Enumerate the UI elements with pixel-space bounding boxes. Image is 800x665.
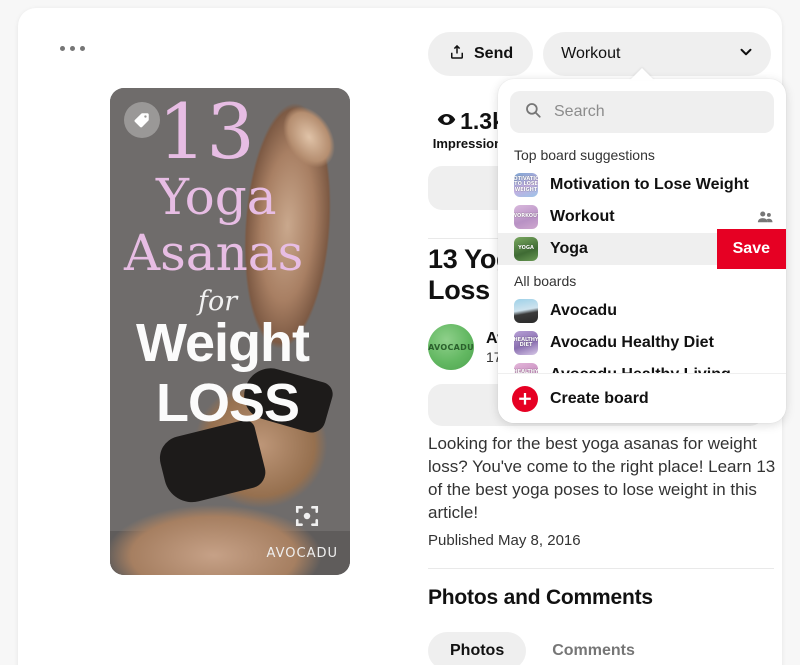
eye-icon: [437, 108, 456, 135]
pin-published-date: Published May 8, 2016: [428, 532, 581, 549]
board-thumbnail-caption: YOGA: [518, 245, 534, 252]
dot-icon: [70, 46, 75, 51]
board-thumbnail-caption: MOTIVATION TO LOSE WEIGHT: [514, 176, 538, 193]
board-select-value: Workout: [561, 45, 621, 62]
search-icon: [524, 101, 542, 124]
pin-image-line-5: LOSS: [156, 373, 300, 433]
pin-image-line-4: Weight: [136, 313, 310, 373]
board-item-avocadu[interactable]: Avocadu: [498, 295, 786, 327]
divider: [428, 568, 774, 569]
pin-image-number: 13: [158, 88, 255, 176]
pin-image[interactable]: 13 Yoga Asanas for Weight LOSS AVOCADU: [110, 88, 350, 575]
board-thumbnail-caption: HEALTHY DIET: [514, 336, 538, 348]
shared-board-icon: [756, 208, 774, 226]
create-board-button[interactable]: Create board: [498, 373, 786, 423]
search-input[interactable]: [552, 102, 763, 122]
board-item-label: Avocadu: [550, 302, 617, 319]
board-item-motivation-to-lose-weight[interactable]: MOTIVATION TO LOSE WEIGHT Motivation to …: [498, 169, 786, 201]
board-thumbnail: YOGA: [514, 237, 538, 261]
board-thumbnail: MOTIVATION TO LOSE WEIGHT: [514, 173, 538, 197]
pin-image-line-2: Yoga: [156, 168, 277, 226]
share-icon: [448, 43, 466, 66]
tab-photos[interactable]: Photos: [428, 632, 527, 665]
send-button[interactable]: Send: [428, 32, 534, 76]
create-board-label: Create board: [550, 389, 649, 407]
photos-comments-tabs: Photos Comments: [428, 632, 657, 665]
board-search-wrap: [498, 79, 786, 139]
more-options-button[interactable]: [60, 46, 85, 51]
pin-image-line-3: Asanas: [124, 224, 304, 282]
board-thumbnail: [514, 299, 538, 323]
board-thumbnail-caption: [514, 299, 538, 323]
pin-actions-toolbar: Send Workout: [428, 32, 772, 76]
tag-icon: [124, 102, 160, 138]
board-select-dropdown[interactable]: Workout: [543, 32, 772, 76]
section-heading: Photos and Comments: [428, 586, 653, 609]
dropdown-caret-icon: [630, 68, 654, 80]
board-item-label: Workout: [550, 208, 615, 225]
app-root: 13 Yoga Asanas for Weight LOSS AVOCADU S…: [0, 0, 800, 665]
avatar: AVOCADU: [428, 324, 474, 370]
board-item-label: Avocadu Healthy Diet: [550, 334, 714, 351]
dot-icon: [60, 46, 65, 51]
send-button-label: Send: [474, 45, 514, 62]
avocadu-badge-icon: [294, 503, 320, 529]
pin-image-brand: AVOCADU: [266, 546, 338, 561]
board-list[interactable]: Top board suggestions MOTIVATION TO LOSE…: [498, 139, 786, 394]
chevron-down-icon: [737, 43, 755, 66]
plus-icon: [512, 385, 538, 412]
dot-icon: [80, 46, 85, 51]
tab-comments[interactable]: Comments: [530, 632, 657, 665]
pin-description: Looking for the best yoga asanas for wei…: [428, 434, 776, 523]
board-item-yoga[interactable]: YOGA Yoga Save: [498, 229, 786, 269]
board-thumbnail: WORKOUT: [514, 205, 538, 229]
board-section-heading-all: All boards: [514, 273, 577, 289]
save-button[interactable]: Save: [716, 229, 786, 269]
stat-impressions-value-row: 1.3k: [437, 108, 505, 135]
board-search-field[interactable]: [510, 91, 774, 133]
board-section-heading-top: Top board suggestions: [514, 147, 655, 163]
board-picker-dropdown: Top board suggestions MOTIVATION TO LOSE…: [498, 79, 786, 423]
board-thumbnail: HEALTHY DIET: [514, 331, 538, 355]
board-thumbnail-caption: WORKOUT: [514, 213, 538, 220]
board-item-label: Motivation to Lose Weight: [550, 176, 749, 193]
board-item-avocadu-healthy-diet[interactable]: HEALTHY DIET Avocadu Healthy Diet: [498, 327, 786, 359]
